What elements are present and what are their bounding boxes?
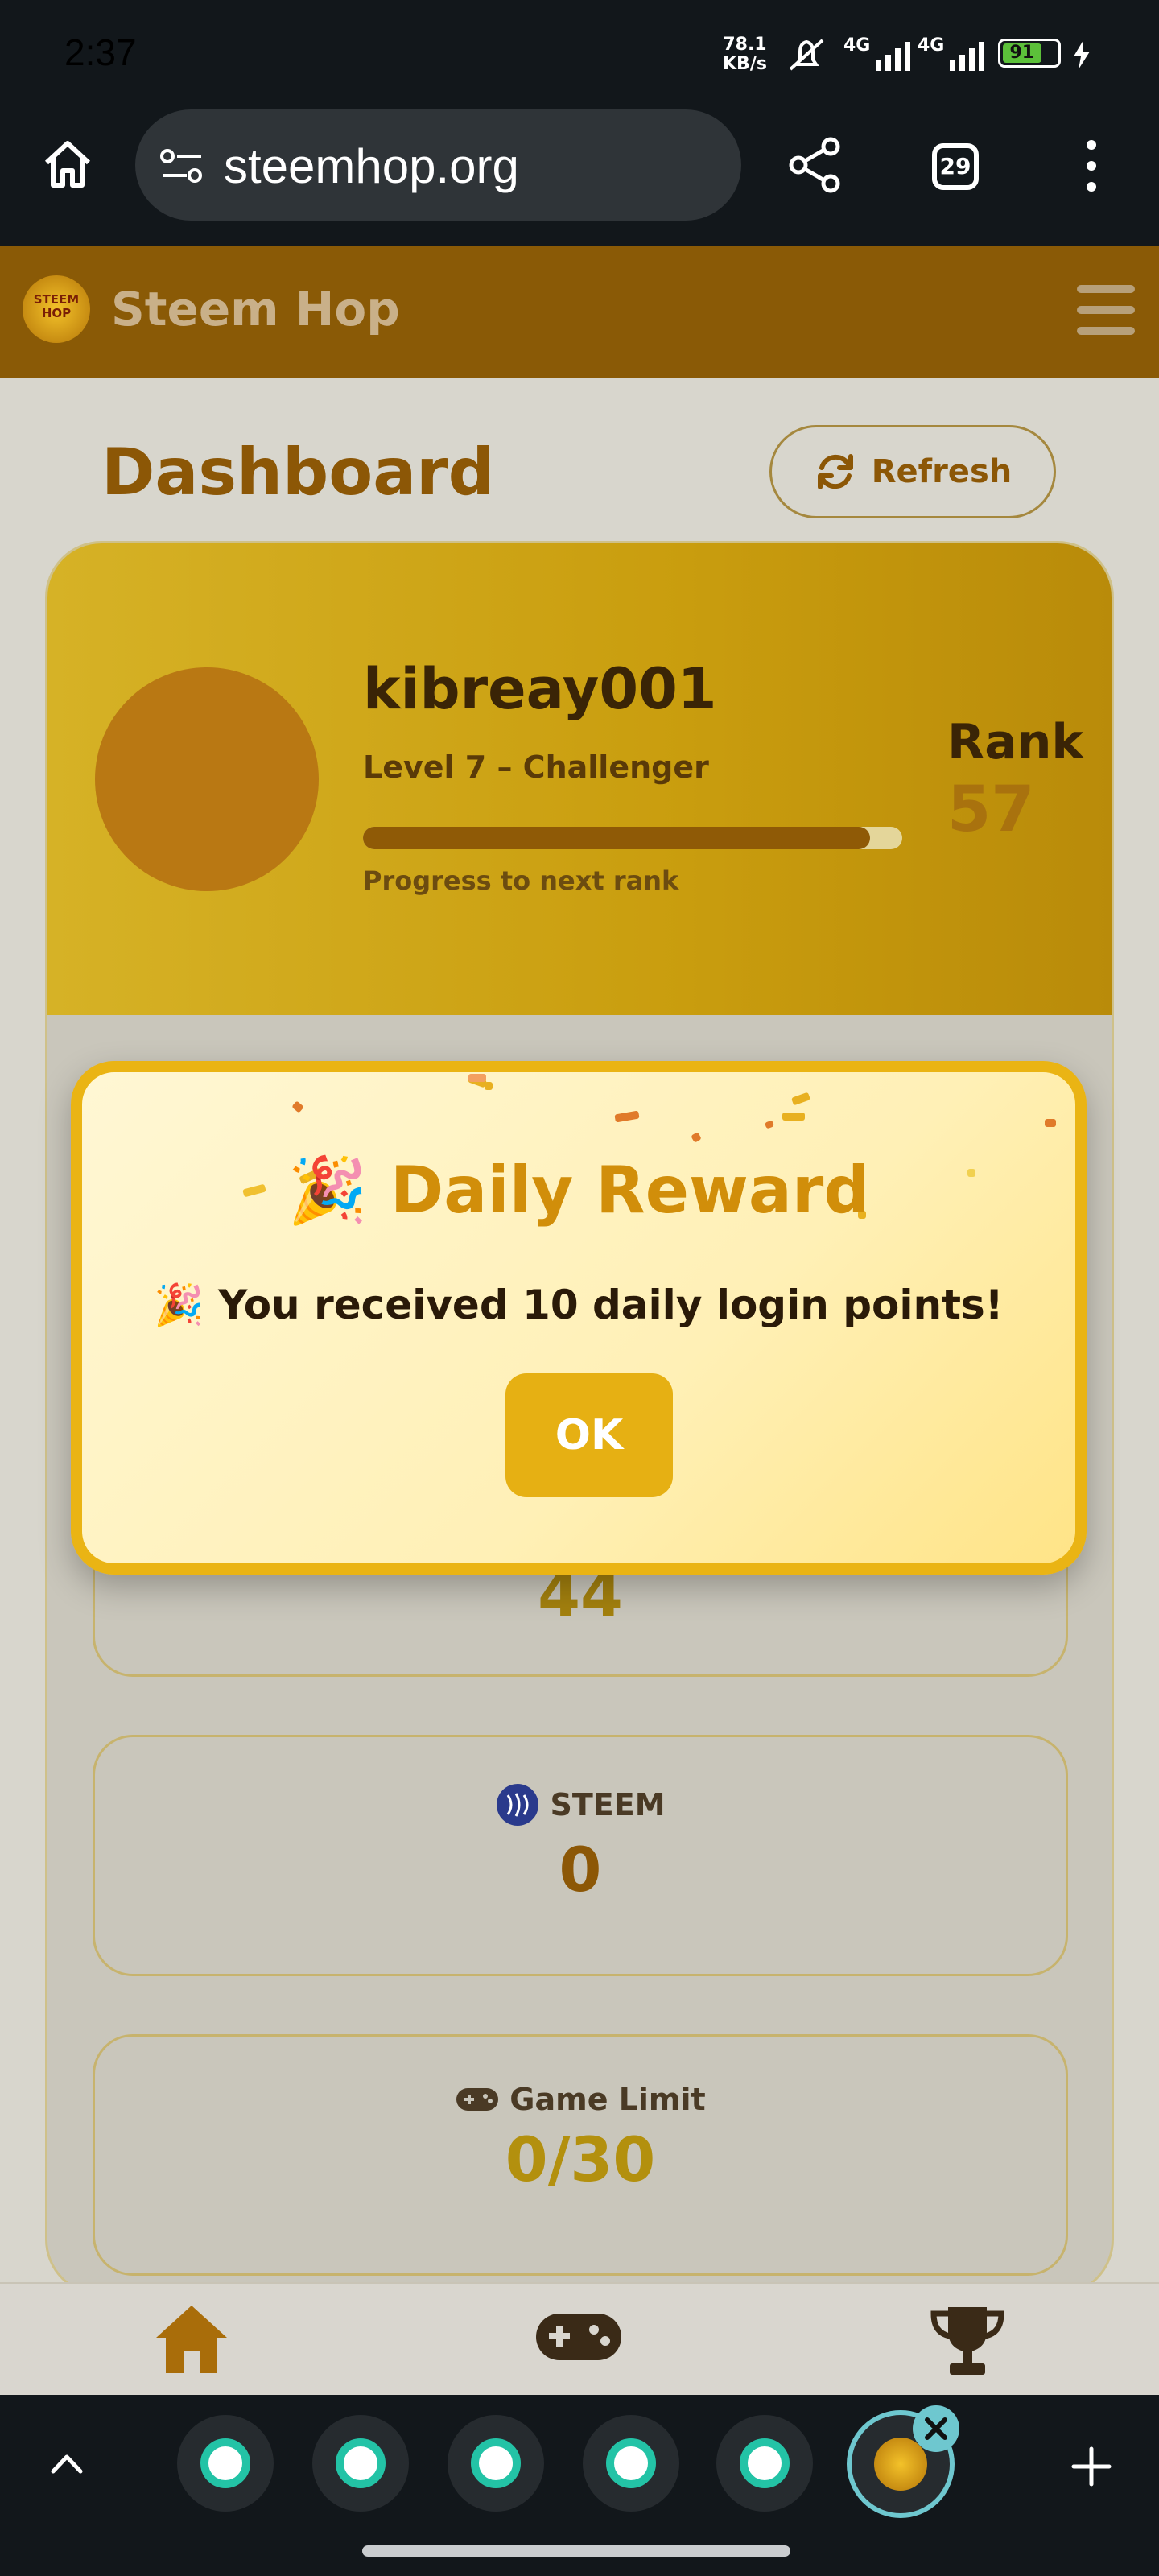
steem-icon [497, 1784, 539, 1826]
stat-label: STEEM [550, 1787, 666, 1823]
bubble-app-4[interactable] [583, 2415, 679, 2512]
avatar-photo [106, 679, 307, 880]
confetti [764, 1120, 775, 1129]
app-icon [471, 2438, 521, 2488]
overflow-menu-icon[interactable] [1075, 137, 1107, 195]
confetti [790, 1092, 811, 1106]
ok-button[interactable]: OK [505, 1373, 673, 1497]
stat-value: 0/30 [505, 2124, 656, 2195]
modal-title-text: Daily Reward [390, 1153, 870, 1228]
confetti [468, 1074, 486, 1082]
gamepad-icon [456, 2088, 499, 2111]
signal-1-icon [876, 39, 910, 71]
home-icon[interactable] [39, 135, 97, 193]
bubble-app-2[interactable] [312, 2415, 409, 2512]
daily-reward-modal: 🎉 Daily Reward 🎉 You received 10 daily l… [71, 1061, 1087, 1575]
refresh-icon [817, 454, 853, 489]
network-label-1: 4G [843, 35, 871, 56]
bubble-app-1[interactable] [177, 2415, 274, 2512]
nav-home-icon[interactable] [151, 2301, 232, 2375]
level-label: Level 7 – Challenger [363, 749, 709, 785]
stat-box-game-limit: Game Limit 0/30 [93, 2034, 1068, 2276]
home-indicator[interactable] [362, 2545, 790, 2557]
site-settings-icon[interactable] [158, 145, 206, 187]
site-logo[interactable]: STEEM HOP [23, 275, 90, 343]
url-bar[interactable]: steemhop.org [135, 109, 741, 221]
hamburger-menu-icon[interactable] [1070, 282, 1143, 340]
status-bar [0, 0, 1159, 109]
network-speed-unit: KB/s [723, 54, 767, 74]
rank-progress-fill [363, 827, 870, 849]
signal-2-icon [950, 39, 984, 71]
username: kibreay001 [363, 656, 717, 722]
status-clock: 2:37 [64, 31, 137, 73]
refresh-label: Refresh [871, 453, 1013, 490]
battery-icon: 91 [998, 39, 1061, 68]
page-title: Dashboard [101, 435, 494, 510]
rank-value: 57 [947, 774, 1035, 846]
modal-title: 🎉 Daily Reward [82, 1153, 1075, 1228]
close-bubble-button[interactable] [913, 2405, 959, 2452]
share-icon[interactable] [786, 135, 845, 195]
stat-box-steem: STEEM 0 [93, 1735, 1068, 1976]
confetti [614, 1110, 640, 1123]
app-icon [200, 2438, 250, 2488]
charging-icon [1074, 40, 1090, 69]
rank-progress-bar [363, 827, 902, 849]
modal-message-text: You received 10 daily login points! [218, 1282, 1004, 1328]
network-speed-value: 78.1 [723, 35, 767, 55]
app-icon [336, 2438, 386, 2488]
confetti [782, 1113, 805, 1121]
network-label-2: 4G [918, 35, 945, 56]
confetti [691, 1132, 702, 1143]
nav-trophy-icon[interactable] [926, 2304, 1009, 2378]
rank-label: Rank [947, 714, 1084, 770]
bubble-app-3[interactable] [448, 2415, 544, 2512]
chevron-up-icon[interactable] [48, 2447, 85, 2479]
confetti [1045, 1119, 1056, 1127]
confetti [485, 1082, 493, 1090]
modal-message: 🎉 You received 10 daily login points! [82, 1282, 1075, 1329]
url-text[interactable]: steemhop.org [224, 138, 519, 194]
confetti [291, 1100, 304, 1113]
avatar[interactable] [95, 667, 319, 891]
app-icon [740, 2438, 790, 2488]
close-icon [925, 2417, 947, 2440]
app-icon [606, 2438, 656, 2488]
tab-switcher-button[interactable]: 29 [932, 143, 979, 190]
network-speed: 78.1 KB/s [723, 35, 767, 74]
battery-level: 91 [1003, 43, 1041, 63]
refresh-button[interactable]: Refresh [769, 425, 1056, 518]
progress-label: Progress to next rank [363, 865, 679, 896]
party-popper-icon: 🎉 [287, 1153, 369, 1228]
site-brand[interactable]: Steem Hop [111, 282, 400, 336]
nav-games-icon[interactable] [534, 2310, 623, 2363]
plus-icon[interactable] [1067, 2442, 1116, 2491]
bubble-app-5[interactable] [716, 2415, 813, 2512]
stat-label: Game Limit [509, 2082, 706, 2117]
mute-bell-icon [789, 39, 824, 71]
party-popper-icon: 🎉 [154, 1282, 204, 1328]
stat-value: 0 [559, 1834, 602, 1905]
